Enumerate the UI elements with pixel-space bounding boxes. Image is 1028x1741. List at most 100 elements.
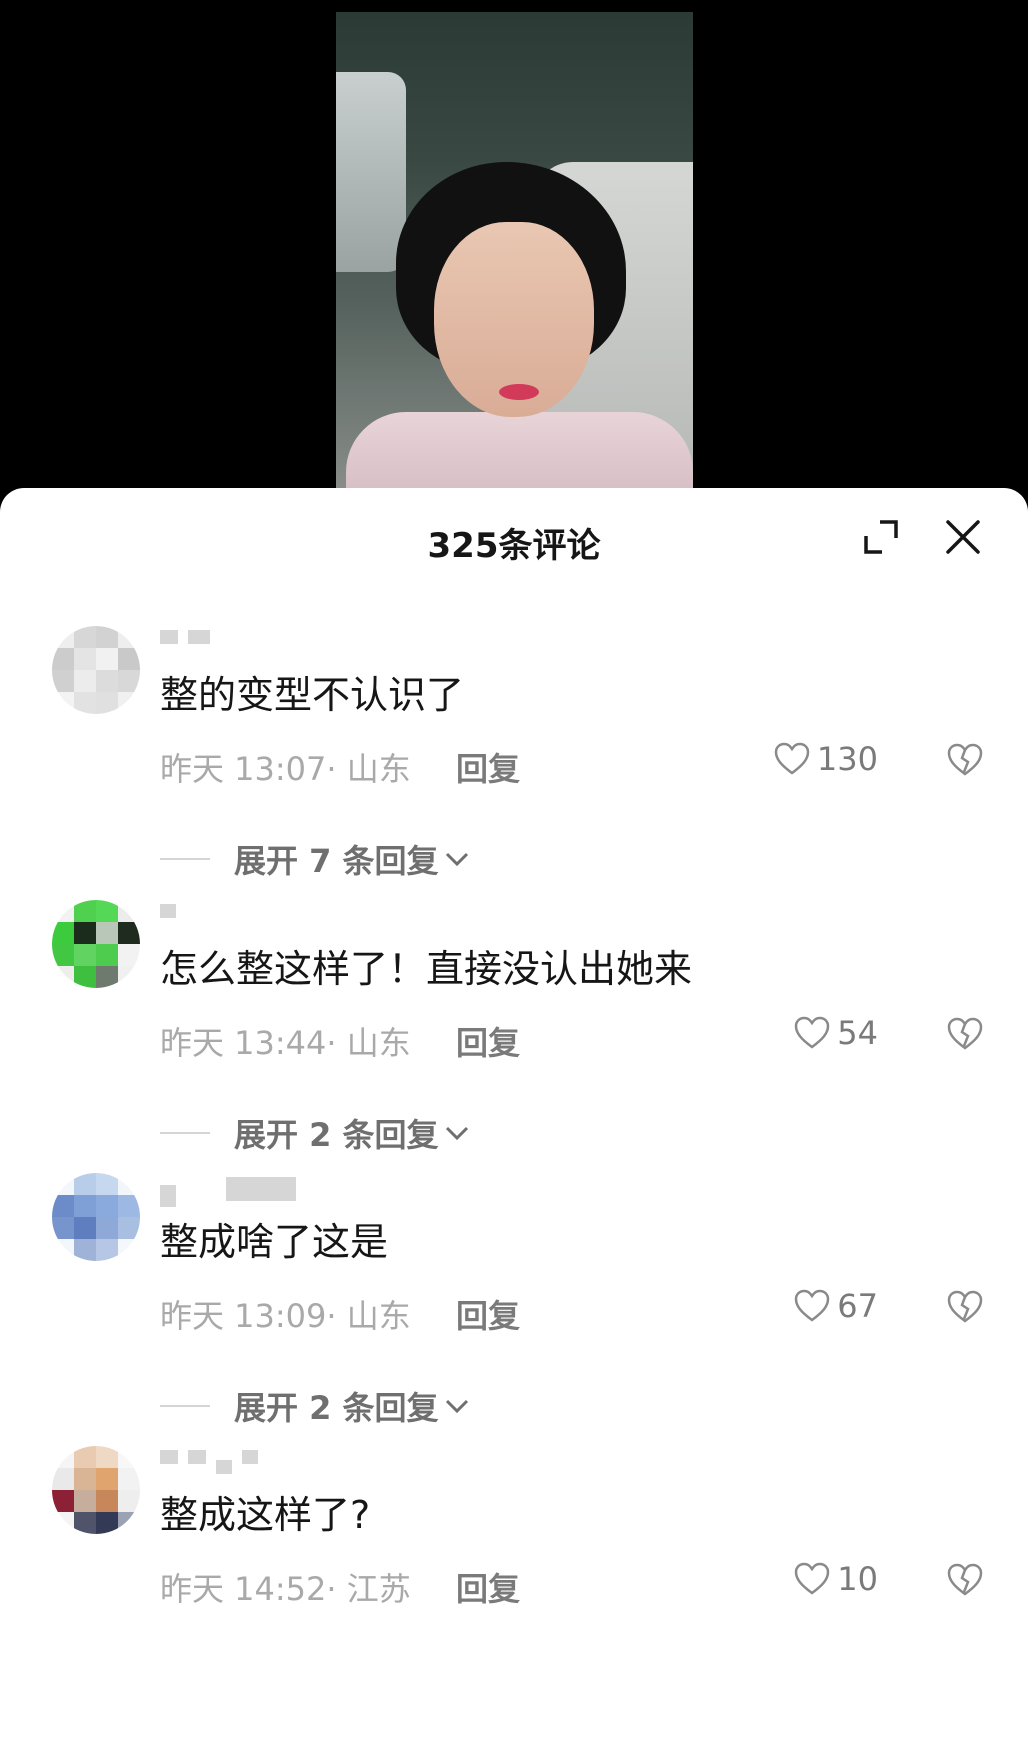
username-blurred[interactable]	[160, 630, 240, 648]
avatar[interactable]	[52, 1446, 140, 1534]
avatar-pixel	[96, 922, 118, 944]
heart-icon	[795, 1289, 830, 1322]
divider-line	[160, 1405, 210, 1407]
avatar-pixel	[118, 1173, 140, 1195]
like-count: 130	[816, 740, 878, 778]
reply-button[interactable]: 回复	[456, 1018, 520, 1064]
fullscreen-expand-icon[interactable]	[858, 514, 904, 560]
avatar-pixel	[96, 944, 118, 966]
avatar-pixel	[118, 900, 140, 922]
avatar-pixel	[52, 626, 74, 648]
avatar-pixel	[52, 648, 74, 670]
avatar-pixel	[74, 1490, 96, 1512]
avatar-pixel	[52, 944, 74, 966]
car-window	[336, 72, 406, 272]
video-frame[interactable]	[336, 12, 693, 500]
username-blurred[interactable]	[160, 1450, 300, 1474]
comment-sheet: 325条评论 整的变型不认识了 昨天 13:07· 山东 回复 130 展开 7…	[0, 488, 1028, 1741]
avatar-pixel	[118, 966, 140, 988]
close-icon[interactable]	[940, 514, 986, 560]
person-lips	[499, 384, 539, 400]
avatar-pixel	[74, 944, 96, 966]
username-blurred[interactable]	[160, 1177, 320, 1207]
divider-line	[160, 1132, 210, 1134]
avatar-pixel	[96, 648, 118, 670]
avatar-pixel	[52, 1217, 74, 1239]
expand-replies-label: 展开 7 条回复	[234, 842, 439, 880]
avatar-pixel	[74, 1468, 96, 1490]
comment-meta: 昨天 13:44· 山东	[160, 1024, 411, 1062]
comment-meta: 昨天 14:52· 江苏	[160, 1570, 411, 1608]
like-count: 10	[837, 1560, 878, 1598]
avatar-pixel	[74, 648, 96, 670]
avatar[interactable]	[52, 626, 140, 714]
like-button[interactable]: 67	[793, 1287, 878, 1325]
person-body	[346, 412, 693, 500]
avatar-pixel	[96, 1446, 118, 1468]
avatar-pixel	[118, 1239, 140, 1261]
expand-replies-label: 展开 2 条回复	[234, 1116, 439, 1154]
avatar-pixel	[74, 966, 96, 988]
heart-icon	[774, 742, 810, 775]
username-blurred[interactable]	[160, 904, 240, 922]
avatar-pixel	[74, 900, 96, 922]
avatar-pixel	[96, 626, 118, 648]
avatar-pixel	[74, 922, 96, 944]
comment-meta: 昨天 13:07· 山东	[160, 750, 411, 788]
avatar-pixel	[74, 1173, 96, 1195]
comment-meta: 昨天 13:09· 山东	[160, 1297, 411, 1335]
like-button[interactable]: 54	[793, 1014, 878, 1052]
dislike-broken-heart-icon[interactable]	[946, 742, 984, 778]
avatar-pixel	[52, 1446, 74, 1468]
avatar-pixel	[96, 1217, 118, 1239]
avatar-pixel	[118, 1195, 140, 1217]
reply-button[interactable]: 回复	[456, 1291, 520, 1337]
avatar[interactable]	[52, 1173, 140, 1261]
avatar-pixel	[96, 1239, 118, 1261]
comment-text: 整成这样了?	[160, 1493, 371, 1537]
comment-text: 怎么整这样了！直接没认出她来	[160, 947, 693, 991]
avatar-pixel	[118, 626, 140, 648]
avatar-pixel	[118, 1446, 140, 1468]
avatar-pixel	[96, 1195, 118, 1217]
avatar-pixel	[52, 900, 74, 922]
avatar-pixel	[74, 692, 96, 714]
avatar-pixel	[96, 1512, 118, 1534]
avatar-pixel	[118, 1217, 140, 1239]
expand-replies[interactable]: 展开 7 条回复	[160, 836, 471, 882]
avatar-pixel	[52, 1173, 74, 1195]
expand-replies[interactable]: 展开 2 条回复	[160, 1110, 471, 1156]
expand-replies-label: 展开 2 条回复	[234, 1389, 439, 1427]
avatar-pixel	[118, 648, 140, 670]
avatar-pixel	[118, 692, 140, 714]
reply-button[interactable]: 回复	[456, 744, 520, 790]
dislike-broken-heart-icon[interactable]	[946, 1562, 984, 1598]
avatar-pixel	[96, 1468, 118, 1490]
avatar-pixel	[118, 1490, 140, 1512]
chevron-down-icon	[445, 852, 468, 867]
avatar-pixel	[118, 944, 140, 966]
like-button[interactable]: 10	[793, 1560, 878, 1598]
avatar[interactable]	[52, 900, 140, 988]
avatar-pixel	[52, 1468, 74, 1490]
chevron-down-icon	[445, 1126, 468, 1141]
like-button[interactable]: 130	[773, 740, 878, 778]
reply-button[interactable]: 回复	[456, 1564, 520, 1610]
avatar-pixel	[96, 1173, 118, 1195]
avatar-pixel	[52, 1239, 74, 1261]
like-count: 67	[837, 1287, 878, 1325]
avatar-pixel	[52, 966, 74, 988]
like-count: 54	[837, 1014, 878, 1052]
avatar-pixel	[74, 1446, 96, 1468]
avatar-pixel	[52, 922, 74, 944]
avatar-pixel	[74, 1239, 96, 1261]
chevron-down-icon	[445, 1399, 468, 1414]
avatar-pixel	[96, 900, 118, 922]
expand-replies[interactable]: 展开 2 条回复	[160, 1383, 471, 1429]
video-area[interactable]	[0, 0, 1028, 500]
avatar-pixel	[52, 692, 74, 714]
dislike-broken-heart-icon[interactable]	[946, 1016, 984, 1052]
avatar-pixel	[96, 1490, 118, 1512]
avatar-pixel	[52, 670, 74, 692]
dislike-broken-heart-icon[interactable]	[946, 1289, 984, 1325]
